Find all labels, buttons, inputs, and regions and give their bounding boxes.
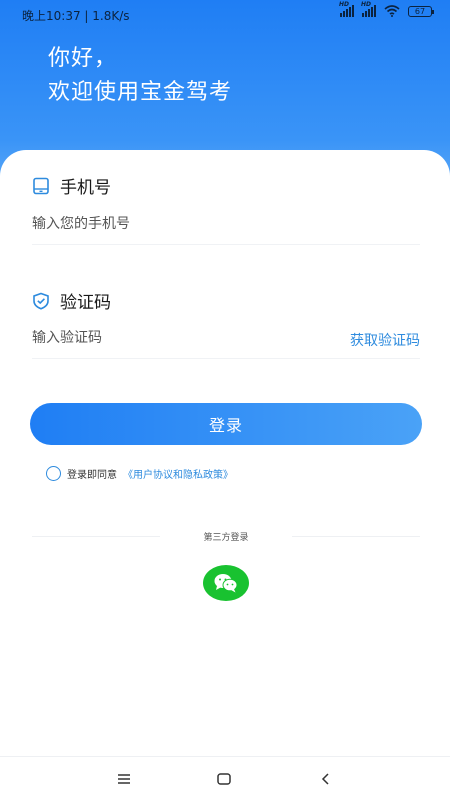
signal-icon-2: HD xyxy=(361,1,376,17)
third-party-divider: 第三方登录 xyxy=(32,528,420,544)
greeting-line-2: 欢迎使用宝金驾考 xyxy=(48,80,233,105)
code-divider xyxy=(32,358,420,359)
menu-icon[interactable] xyxy=(112,769,136,789)
shield-icon xyxy=(33,292,49,310)
wechat-login-button[interactable] xyxy=(203,565,249,601)
greeting-line-1: 你好， xyxy=(48,46,118,71)
battery-icon: 67 xyxy=(408,5,434,17)
phone-field-label: 手机号 xyxy=(32,173,111,198)
third-party-line-right xyxy=(292,536,420,537)
phone-label-text: 手机号 xyxy=(60,178,111,198)
login-button[interactable]: 登录 xyxy=(30,403,422,445)
greeting: 你好， 欢迎使用宝金驾考 xyxy=(48,42,232,110)
wechat-icon xyxy=(214,574,238,593)
phone-icon xyxy=(33,177,49,194)
code-label-text: 验证码 xyxy=(60,293,111,313)
phone-input[interactable] xyxy=(32,216,332,232)
status-icons: HD HD 67 xyxy=(339,1,434,17)
back-icon[interactable] xyxy=(314,769,338,789)
code-input[interactable] xyxy=(32,330,292,346)
agreement-checkbox[interactable] xyxy=(46,466,61,481)
phone-divider xyxy=(32,244,420,245)
get-code-button[interactable]: 获取验证码 xyxy=(350,330,420,350)
login-card: 手机号 验证码 获取验证码 登录 登录即同意 《用户协议和隐私政策》 第三方登录 xyxy=(0,150,450,800)
signal-hd-tag-2: HD xyxy=(361,1,372,8)
agreement-row: 登录即同意 《用户协议和隐私政策》 xyxy=(46,466,233,481)
signal-icon: HD xyxy=(339,1,354,17)
status-time: 晚上10:37 | 1.8K/s xyxy=(22,9,130,23)
home-icon[interactable] xyxy=(212,769,236,789)
agreement-prefix: 登录即同意 xyxy=(67,470,117,481)
signal-hd-tag: HD xyxy=(339,1,350,8)
status-bar: 晚上10:37 | 1.8K/s HD HD 67 xyxy=(0,0,450,28)
code-field-label: 验证码 xyxy=(32,288,111,313)
navigation-bar xyxy=(0,756,450,800)
wifi-icon xyxy=(384,5,400,17)
agreement-link[interactable]: 《用户协议和隐私政策》 xyxy=(123,466,233,481)
